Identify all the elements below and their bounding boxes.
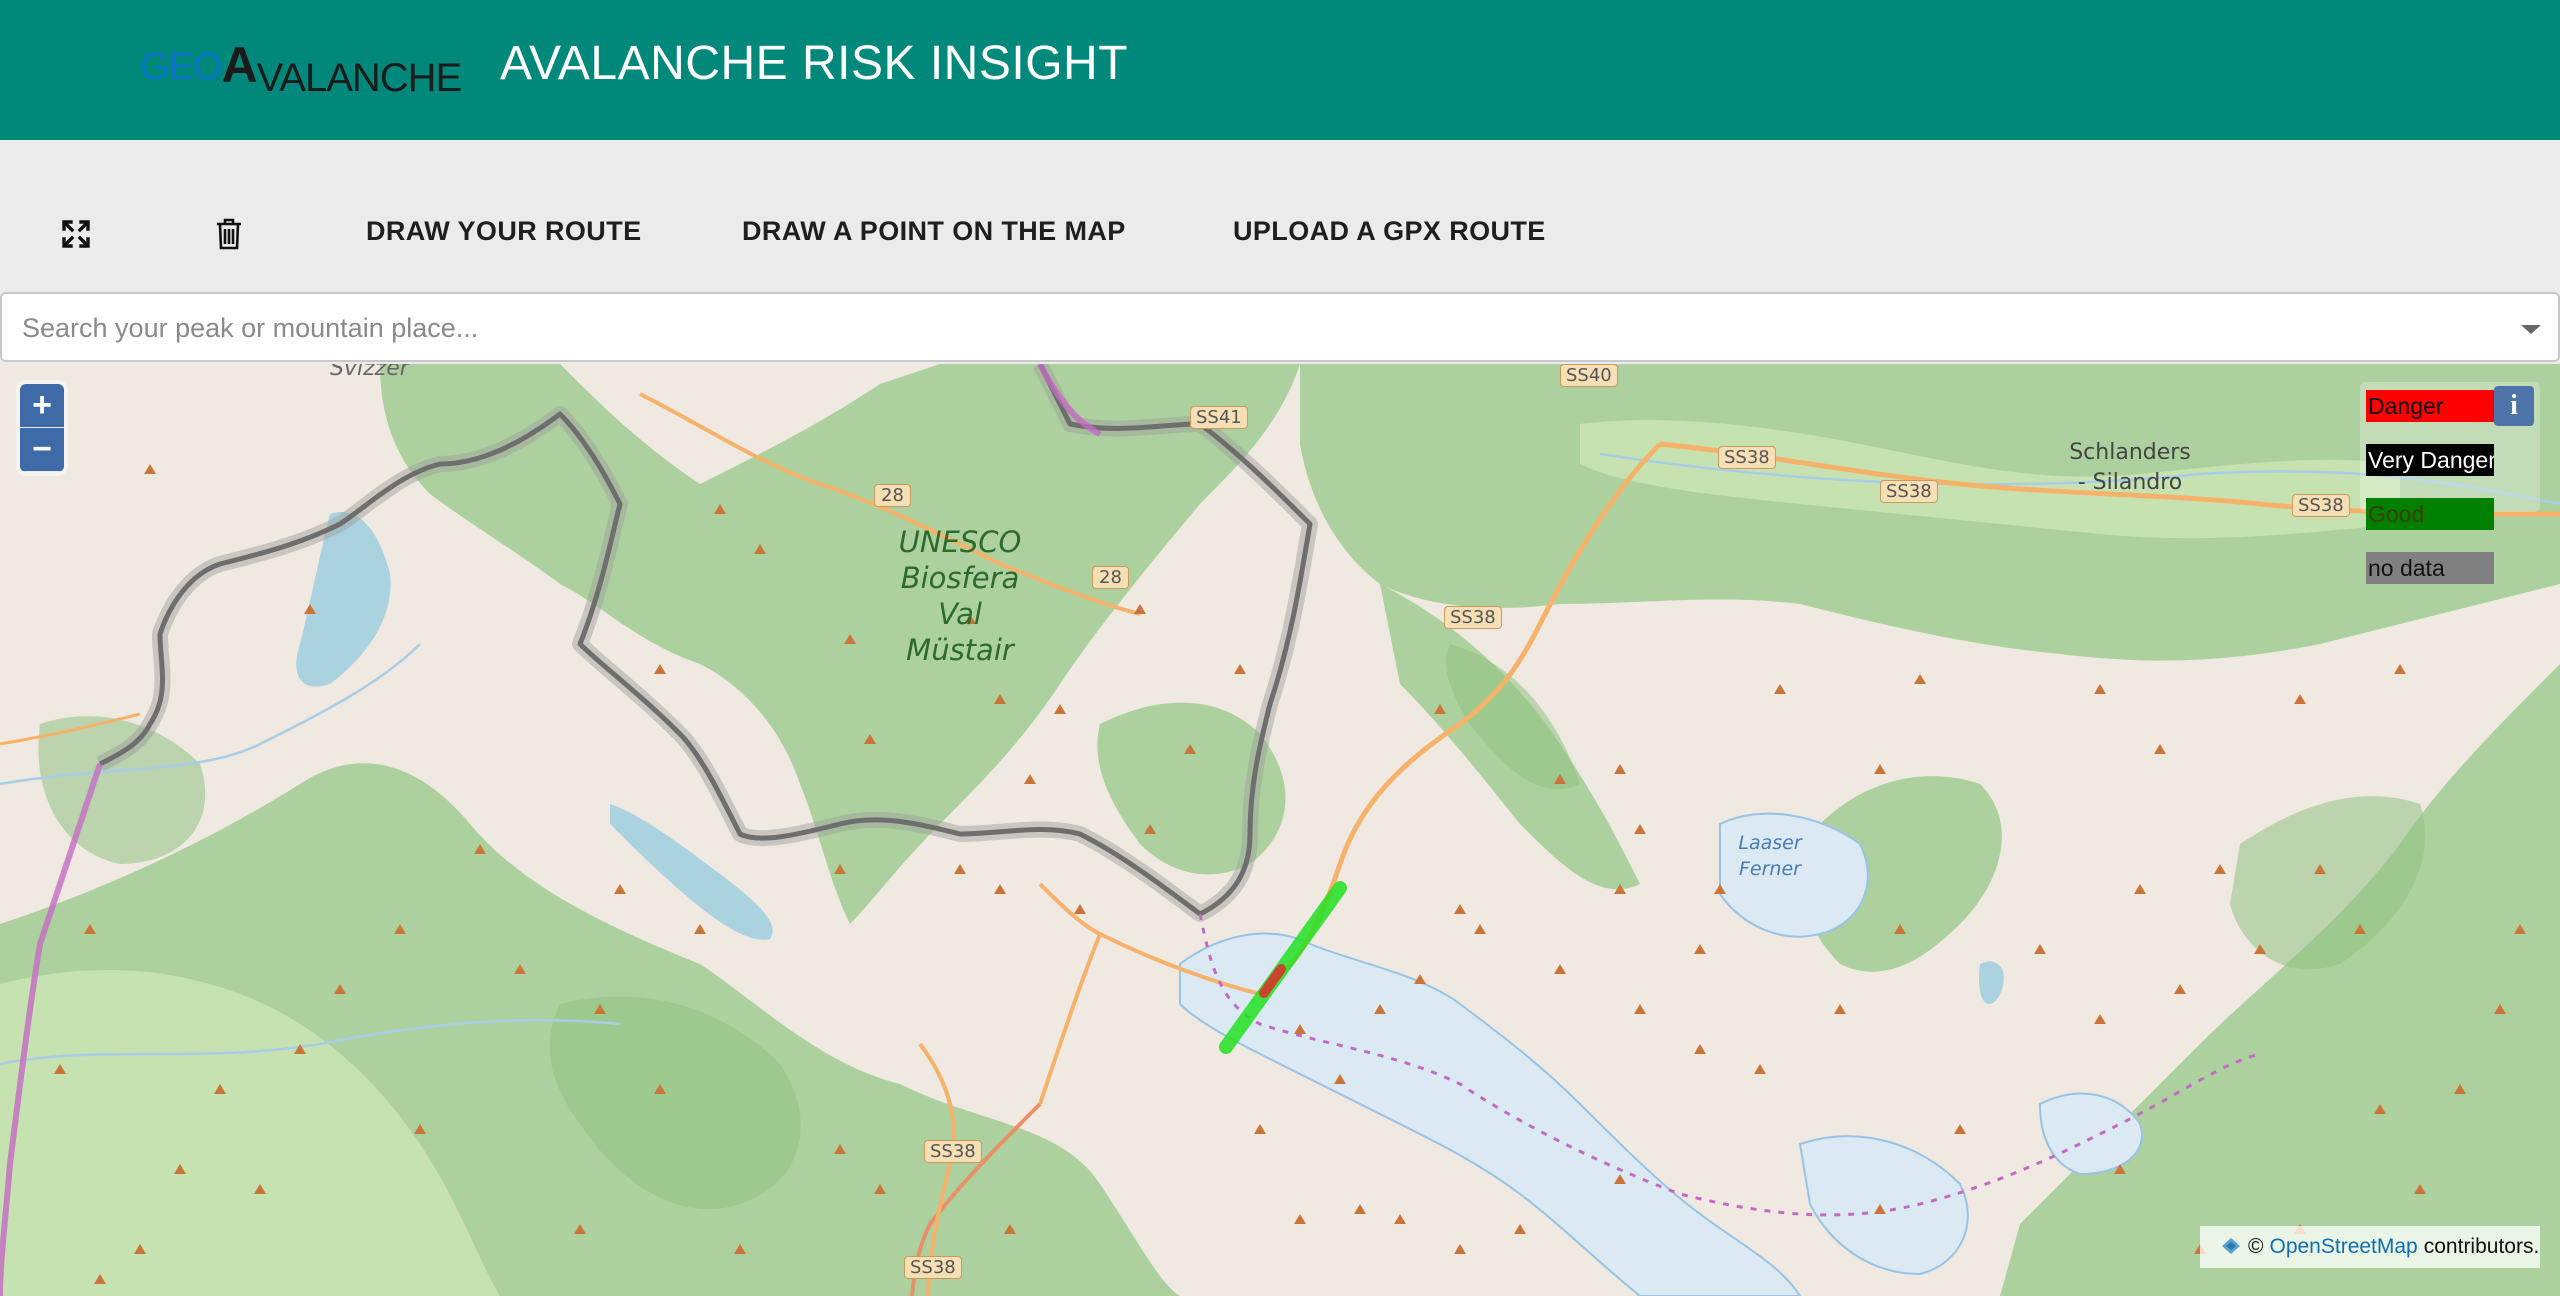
zoom-in-button[interactable]: + — [20, 384, 64, 428]
logo-geo: GEO — [140, 46, 222, 88]
place-label-unesco-line1: UNESCO — [898, 525, 1022, 559]
place-label-laaser-line2: Ferner — [1739, 858, 1801, 880]
road-label-ss40: SS40 — [1560, 364, 1618, 387]
legend-info-button[interactable]: i — [2494, 386, 2534, 426]
map-attribution: © OpenStreetMap contributors. — [2200, 1226, 2540, 1268]
search-bar[interactable] — [0, 292, 2560, 362]
upload-gpx-button[interactable]: UPLOAD A GPX ROUTE — [1233, 216, 1546, 247]
place-label-unesco-line3: Val Müstair — [906, 597, 1014, 667]
place-label-laaser-line1: Laaser — [1738, 832, 1802, 854]
road-label-ss38-d: SS38 — [1444, 606, 1502, 629]
road-label-ss38-e: SS38 — [924, 1140, 982, 1163]
trash-icon[interactable] — [209, 214, 249, 254]
chevron-down-icon[interactable] — [2518, 316, 2544, 342]
place-label-unesco: UNESCO Biosfera Val Müstair — [880, 524, 1040, 668]
legend-item-no-data: no data — [2366, 552, 2494, 584]
openstreetmap-link[interactable]: OpenStreetMap — [2269, 1235, 2417, 1259]
app-title: AVALANCHE RISK INSIGHT — [500, 37, 1129, 90]
draw-route-button[interactable]: DRAW YOUR ROUTE — [366, 216, 642, 247]
logo[interactable]: GEO A VALANCHE — [140, 37, 463, 100]
place-label-schlanders-line2: - Silandro — [2077, 470, 2183, 495]
map-tiles[interactable] — [0, 364, 2560, 1296]
map[interactable]: UNESCO Biosfera Val Müstair Schlanders -… — [0, 364, 2560, 1296]
road-label-28-b: 28 — [1092, 566, 1129, 589]
road-label-ss38-f: SS38 — [904, 1256, 962, 1279]
place-label-schlanders: Schlanders - Silandro — [2060, 438, 2200, 498]
attribution-suffix: contributors. — [2423, 1235, 2540, 1258]
draw-point-button[interactable]: DRAW A POINT ON THE MAP — [742, 216, 1126, 247]
legend-item-danger: Danger — [2366, 390, 2494, 422]
place-label-svizzer: Svizzer — [330, 364, 409, 381]
legend-item-very-danger: Very Danger — [2366, 444, 2494, 476]
road-label-28-a: 28 — [874, 484, 911, 507]
fullscreen-icon[interactable] — [56, 214, 96, 254]
app-header: GEO A VALANCHE AVALANCHE RISK INSIGHT — [0, 0, 2560, 140]
place-label-schlanders-line1: Schlanders — [2069, 440, 2191, 465]
zoom-controls: + − — [20, 384, 64, 472]
logo-a: A — [221, 37, 257, 93]
search-input[interactable] — [22, 304, 2482, 352]
logo-valanche: VALANCHE — [256, 56, 463, 100]
road-label-ss38-c: SS38 — [2292, 494, 2350, 517]
legend-item-good: Good — [2366, 498, 2494, 530]
place-label-unesco-line2: Biosfera — [900, 561, 1020, 595]
road-label-ss38-a: SS38 — [1718, 446, 1776, 469]
road-label-ss41: SS41 — [1190, 406, 1248, 429]
place-label-laaser-ferner: Laaser Ferner — [1720, 830, 1820, 882]
road-label-ss38-b: SS38 — [1880, 480, 1938, 503]
zoom-out-button[interactable]: − — [20, 428, 64, 472]
layers-icon — [2222, 1238, 2240, 1254]
attribution-copyright: © — [2248, 1235, 2264, 1258]
